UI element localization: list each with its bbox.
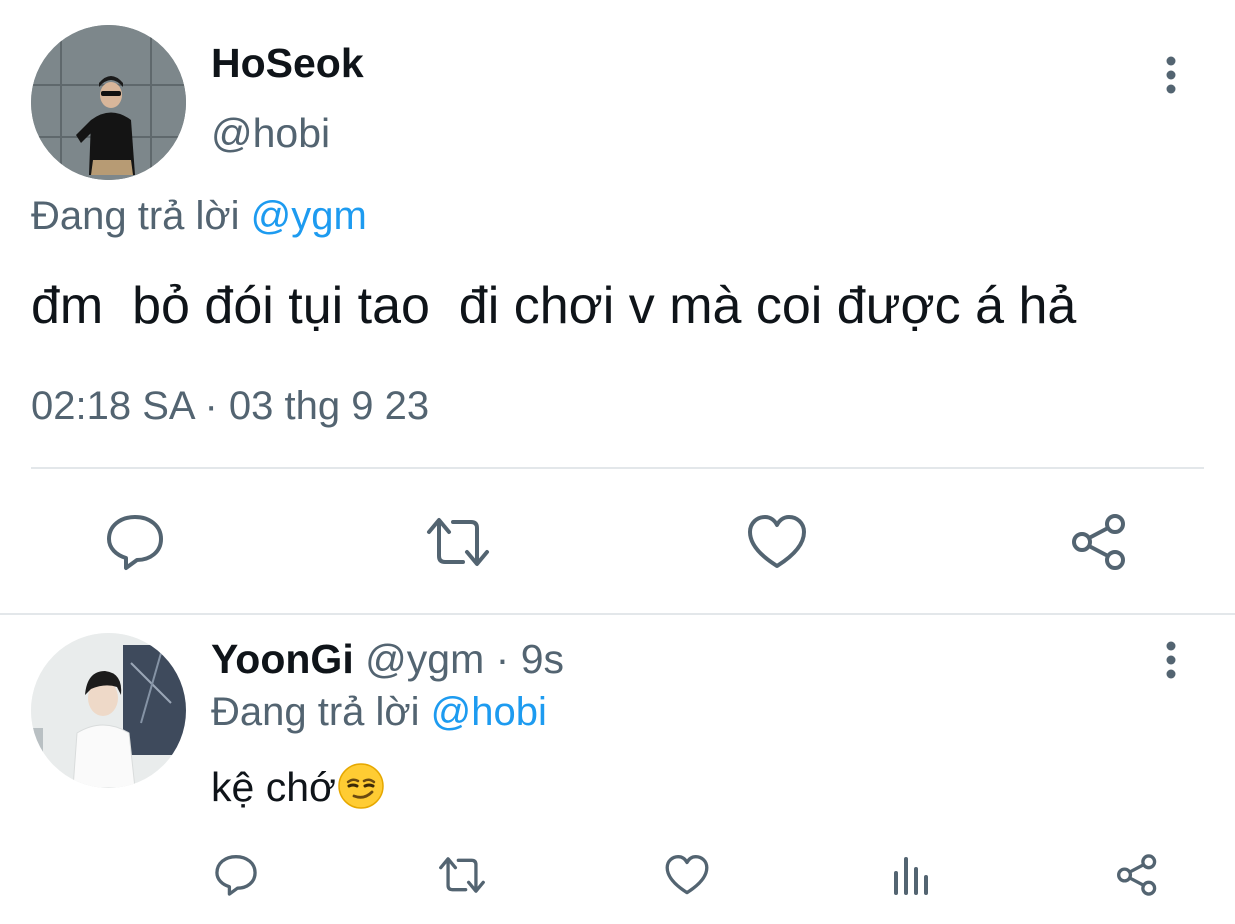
replying-to-label: Đang trả lời [211, 690, 420, 734]
like-icon[interactable] [746, 512, 808, 572]
header-separator: · [495, 636, 510, 682]
share-icon[interactable] [1068, 512, 1130, 572]
reply-icon[interactable] [213, 853, 259, 897]
retweet-icon[interactable] [423, 512, 493, 572]
more-options-icon[interactable] [1156, 55, 1186, 95]
reply-header: YoonGi @ygm · 9s [211, 636, 564, 683]
smirking-face-icon [338, 763, 384, 809]
like-icon[interactable] [664, 853, 710, 897]
tweet-text: kệ chớ [211, 764, 336, 810]
replying-to: Đang trả lời @hobi [211, 690, 547, 735]
tweet-text: đm bỏ đói tụi tao đi chơi v mà coi được … [31, 277, 1077, 335]
replying-to-mention[interactable]: @ygm [251, 194, 367, 238]
author-handle[interactable]: @ygm [365, 636, 484, 682]
replying-to-label: Đang trả lời [31, 194, 240, 238]
replying-to-mention[interactable]: @hobi [431, 690, 547, 734]
avatar-hoseok[interactable] [31, 25, 186, 180]
tweet-timestamp[interactable]: 02:18 SA · 03 thg 9 23 [31, 384, 429, 429]
divider [31, 467, 1204, 469]
reply-text-line: kệ chớ [211, 762, 385, 811]
share-icon[interactable] [1114, 853, 1160, 897]
views-icon[interactable] [890, 853, 934, 897]
author-name[interactable]: YoonGi [211, 636, 354, 682]
more-options-icon[interactable] [1156, 640, 1186, 680]
author-name[interactable]: HoSeok [211, 40, 364, 87]
retweet-icon[interactable] [436, 853, 488, 897]
divider [0, 613, 1235, 615]
reply-icon[interactable] [104, 512, 166, 572]
author-handle[interactable]: @hobi [211, 110, 330, 157]
tweet-relative-time[interactable]: 9s [521, 636, 564, 682]
replying-to: Đang trả lời @ygm [31, 194, 367, 239]
avatar-yoongi[interactable] [31, 633, 186, 788]
